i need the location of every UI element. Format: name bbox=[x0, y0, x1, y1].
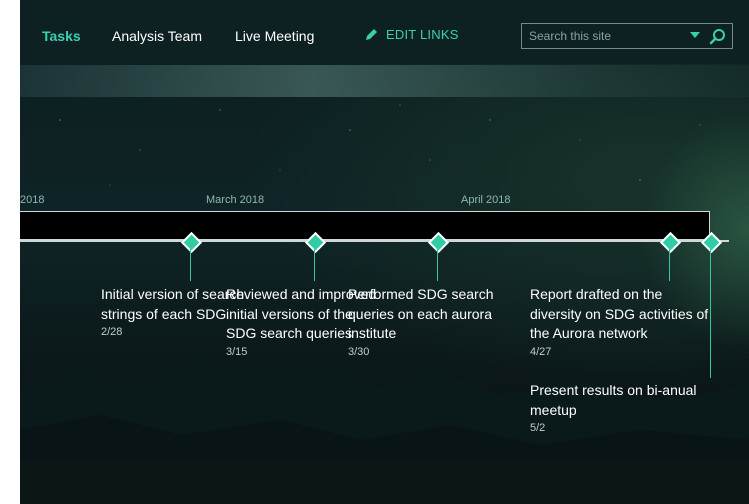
task-date: 4/27 bbox=[530, 345, 552, 358]
nav-analysis-team[interactable]: Analysis Team bbox=[112, 28, 202, 44]
milestone-connector bbox=[314, 249, 315, 281]
task-title: Performed SDG search queries on each aur… bbox=[348, 286, 494, 341]
timeline-task[interactable]: Present results on bi-anual meetup 5/2 bbox=[530, 381, 715, 434]
search-input[interactable] bbox=[522, 24, 689, 48]
milestone-connector bbox=[190, 249, 191, 281]
task-date: 3/30 bbox=[348, 345, 370, 358]
month-label-april: April 2018 bbox=[461, 194, 511, 206]
edit-links-label: EDIT LINKS bbox=[386, 27, 459, 42]
top-navigation: Tasks Analysis Team Live Meeting EDIT LI… bbox=[20, 0, 749, 64]
site-search-box bbox=[521, 23, 733, 49]
milestone-connector bbox=[669, 249, 670, 281]
pencil-icon bbox=[366, 29, 377, 40]
timeline-bar bbox=[20, 211, 710, 240]
timeline-axis bbox=[20, 240, 729, 242]
edit-links-button[interactable]: EDIT LINKS bbox=[365, 27, 459, 42]
nav-live-meeting[interactable]: Live Meeting bbox=[235, 28, 314, 44]
task-date: 5/2 bbox=[530, 422, 546, 434]
nav-tasks[interactable]: Tasks bbox=[42, 28, 81, 44]
timeline-task[interactable]: Performed SDG search queries on each aur… bbox=[348, 285, 508, 358]
page-frame: Tasks Analysis Team Live Meeting EDIT LI… bbox=[20, 0, 749, 504]
timeline-task[interactable]: Report drafted on the diversity on SDG a… bbox=[530, 285, 715, 358]
month-label-march: March 2018 bbox=[206, 194, 265, 206]
task-title: Report drafted on the diversity on SDG a… bbox=[530, 286, 709, 341]
month-label-2018: 2018 bbox=[20, 194, 45, 206]
task-title: Present results on bi-anual meetup bbox=[530, 382, 697, 418]
caret-down-icon[interactable] bbox=[690, 32, 700, 39]
milestone-connector bbox=[437, 249, 438, 281]
magnifier-icon[interactable] bbox=[709, 28, 726, 45]
